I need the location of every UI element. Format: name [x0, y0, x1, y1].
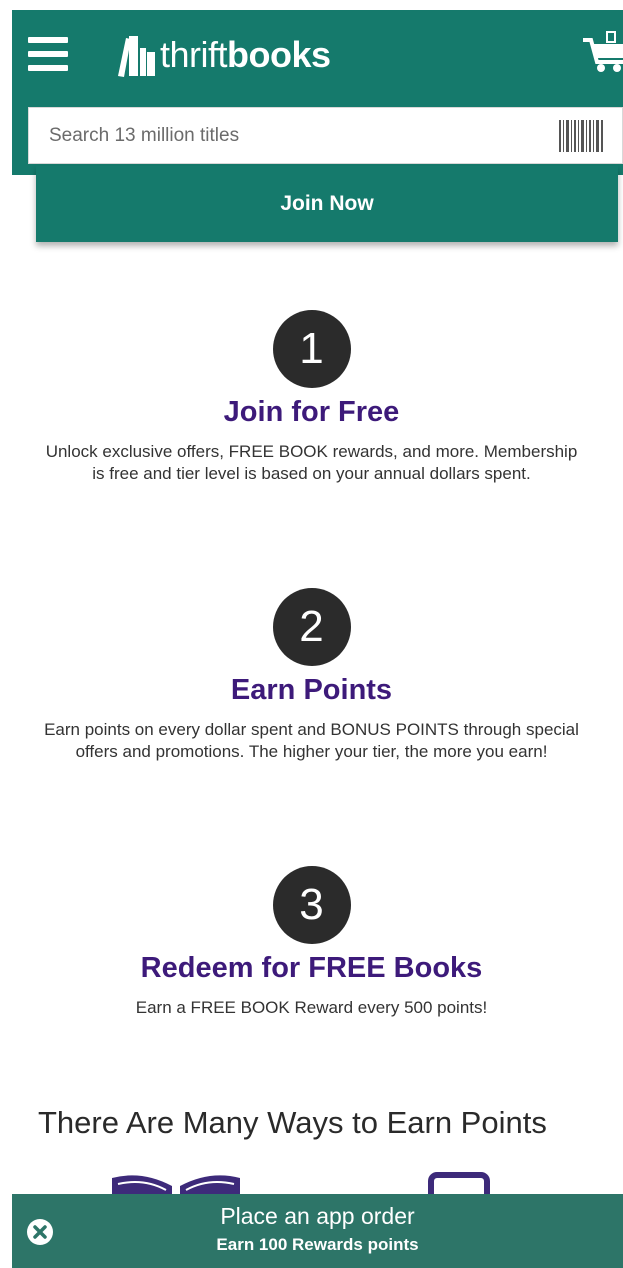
step-title: Redeem for FREE Books: [140, 952, 483, 984]
step-redeem-free-books: 3 Redeem for FREE Books Earn a FREE BOOK…: [0, 866, 623, 1019]
search-input[interactable]: [29, 108, 549, 163]
step-number-badge: 2: [272, 588, 351, 666]
step-description: Earn a FREE BOOK Reward every 500 points…: [135, 998, 488, 1017]
join-now-button[interactable]: Join Now: [36, 166, 618, 242]
step-earn-points: 2 Earn Points Earn points on every dolla…: [0, 588, 623, 763]
barcode-icon[interactable]: [559, 120, 603, 152]
step-number-badge: 3: [272, 866, 351, 944]
search-bar: [28, 107, 623, 164]
logo-text-light: thrift: [160, 34, 228, 75]
ways-to-earn-heading: There Are Many Ways to Earn Points: [38, 1105, 547, 1140]
app-order-banner[interactable]: Place an app order Earn 100 Rewards poin…: [12, 1194, 623, 1268]
logo-text: thriftbooks: [160, 34, 331, 76]
cart-icon[interactable]: [581, 28, 623, 74]
logo-books-icon: [118, 36, 155, 77]
step-description: Unlock exclusive offers, FREE BOOK rewar…: [45, 442, 578, 483]
step-title: Earn Points: [230, 674, 393, 706]
step-title: Join for Free: [223, 396, 400, 428]
step-number-badge: 1: [272, 310, 351, 388]
banner-title: Place an app order: [220, 1203, 415, 1229]
hamburger-menu-icon[interactable]: [28, 37, 68, 71]
thriftbooks-logo[interactable]: thriftbooks: [116, 30, 331, 80]
step-join-for-free: 1 Join for Free Unlock exclusive offers,…: [0, 310, 623, 485]
step-description: Earn points on every dollar spent and BO…: [44, 720, 579, 761]
logo-text-bold: books: [227, 34, 331, 75]
banner-subtitle: Earn 100 Rewards points: [216, 1235, 419, 1254]
